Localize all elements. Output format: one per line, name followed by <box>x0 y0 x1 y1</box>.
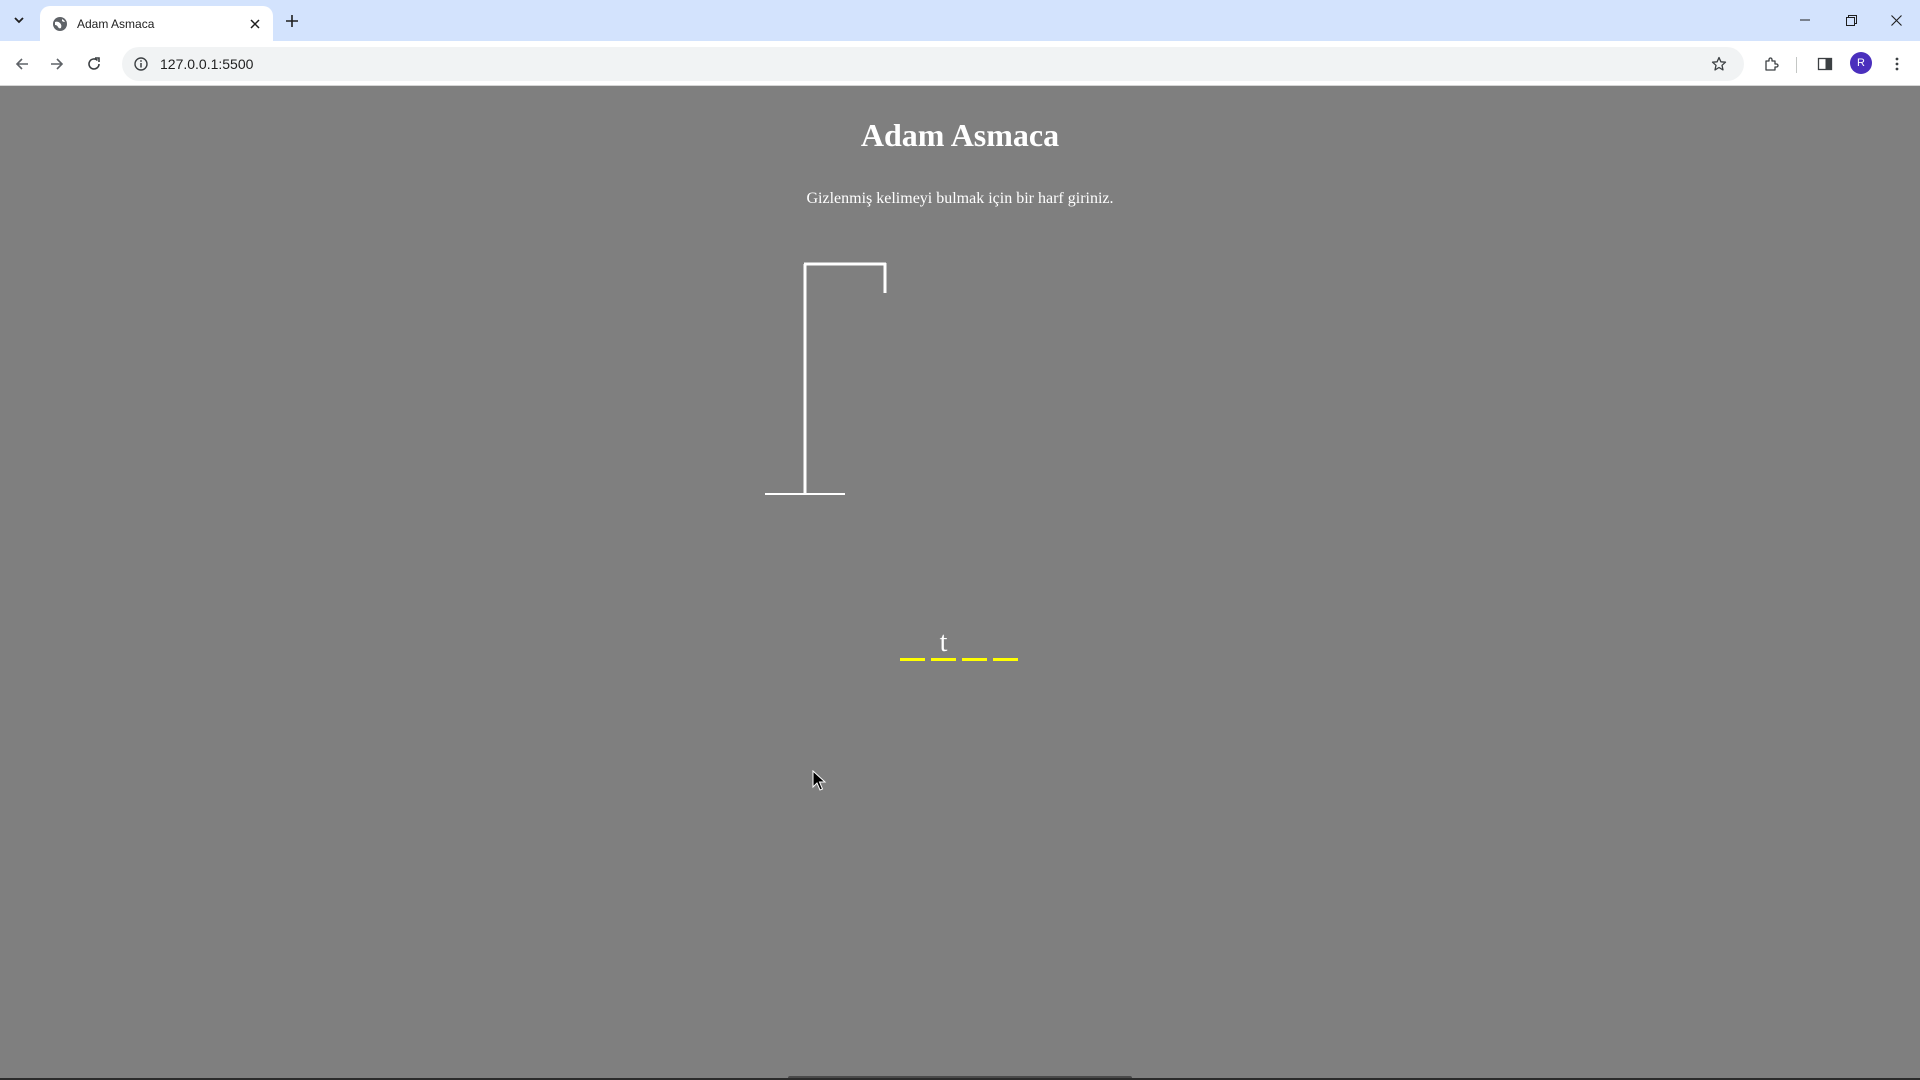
extensions-button[interactable] <box>1758 50 1786 78</box>
side-panel-icon <box>1817 57 1833 71</box>
page-content: Adam Asmaca Gizlenmiş kelimeyi bulmak iç… <box>0 87 1920 1080</box>
forward-button[interactable] <box>43 50 71 78</box>
address-bar[interactable]: 127.0.0.1:5500 <box>122 47 1744 81</box>
globe-icon <box>53 16 67 31</box>
reload-icon <box>88 57 100 70</box>
profile-initial: R <box>1857 57 1865 69</box>
profile-avatar[interactable]: R <box>1850 52 1872 74</box>
minimize-icon <box>1800 19 1810 21</box>
tab-title: Adam Asmaca <box>77 16 155 31</box>
gallows-drawing <box>765 262 887 495</box>
reload-button[interactable] <box>80 50 108 78</box>
plus-icon <box>286 15 298 27</box>
close-icon <box>1890 14 1902 26</box>
site-info-button[interactable] <box>132 55 150 73</box>
restore-icon <box>1845 14 1857 26</box>
minimize-button[interactable] <box>1783 6 1827 34</box>
close-window-button[interactable] <box>1874 6 1918 34</box>
star-icon <box>1711 56 1727 71</box>
letter-slot <box>993 627 1018 661</box>
side-panel-button[interactable] <box>1811 50 1839 78</box>
chevron-down-icon <box>14 17 24 24</box>
tab-search-button[interactable] <box>6 8 32 32</box>
close-icon <box>250 18 260 29</box>
kebab-menu-icon <box>1895 57 1899 71</box>
tab-strip: Adam Asmaca <box>0 0 1920 41</box>
mouse-cursor-icon <box>812 770 827 791</box>
instruction-text: Gizlenmiş kelimeyi bulmak için bir harf … <box>806 190 1114 207</box>
letter-slot <box>900 627 925 661</box>
hidden-word: t <box>900 627 1018 661</box>
toolbar-divider <box>1796 57 1797 73</box>
new-tab-button[interactable] <box>280 9 304 33</box>
page-title: Adam Asmaca <box>860 117 1060 153</box>
tab-adam-asmaca[interactable]: Adam Asmaca <box>40 6 273 41</box>
url-text[interactable]: 127.0.0.1:5500 <box>160 56 253 72</box>
bookmark-button[interactable] <box>1708 53 1730 75</box>
letter-slot: t <box>931 627 956 661</box>
menu-button[interactable] <box>1883 50 1911 78</box>
tab-close-button[interactable] <box>245 14 265 34</box>
arrow-right-icon <box>51 58 64 70</box>
arrow-left-icon <box>15 58 28 70</box>
restore-button[interactable] <box>1829 6 1873 34</box>
letter-slot <box>962 627 987 661</box>
puzzle-icon <box>1765 57 1779 71</box>
info-icon <box>134 57 148 71</box>
back-button[interactable] <box>8 50 36 78</box>
browser-toolbar: 127.0.0.1:5500 <box>0 41 1920 86</box>
